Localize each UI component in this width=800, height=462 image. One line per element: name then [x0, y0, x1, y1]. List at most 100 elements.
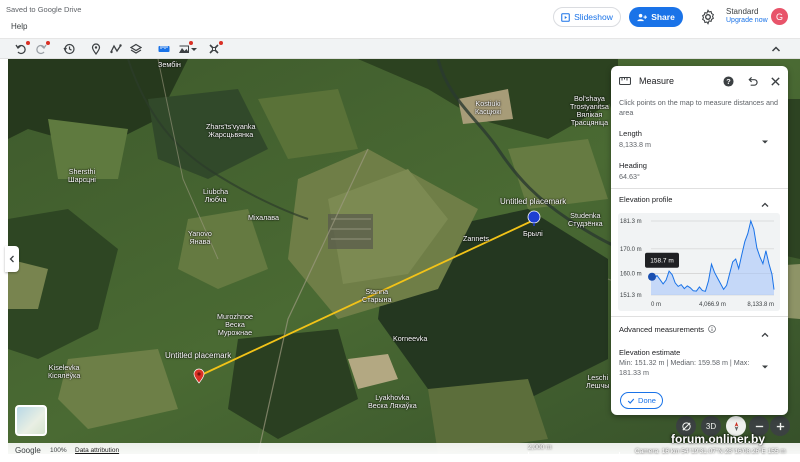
google-earth-app: Saved to Google Drive Help Slideshow Sha… — [0, 0, 800, 462]
google-logo-text: Google — [15, 446, 41, 455]
globe-minimap-thumbnail[interactable] — [15, 405, 47, 436]
avatar[interactable]: G — [771, 8, 788, 25]
scale-label: 2,000 m — [528, 444, 552, 451]
elevation-y-tick-label: 170.0 m — [620, 247, 642, 253]
history-icon[interactable] — [62, 42, 76, 56]
top-bar: Saved to Google Drive Help Slideshow Sha… — [0, 0, 800, 38]
elevation-y-tick-label: 151.3 m — [620, 293, 642, 299]
place-label-studenka: Studenka Студзёнка — [568, 211, 603, 228]
svg-text:?: ? — [726, 77, 731, 86]
chevron-left-icon — [9, 255, 14, 263]
place-label-zharstsvyanka: Zhars'ts'vyanka Жарсцьвянка — [206, 122, 256, 139]
ruler-icon — [619, 76, 631, 86]
redo-icon[interactable] — [34, 41, 50, 56]
place-label-kiselevka: Kiselevka Кісялёўка — [48, 363, 81, 380]
length-unit-dropdown-icon[interactable] — [761, 133, 771, 144]
photos-chevron-down-icon[interactable] — [190, 42, 198, 56]
elevation-estimate-value: Min: 151.32 m | Median: 159.58 m | Max: … — [619, 358, 750, 377]
elevation-estimate-label: Elevation estimate — [619, 348, 681, 357]
place-label-brylyi: Брылі — [523, 229, 543, 238]
place-label-leschi: Leschi Лешчы — [586, 373, 610, 390]
elevation-y-tick-label: 181.3 m — [620, 219, 642, 225]
data-attribution-link[interactable]: Data attribution — [75, 447, 119, 454]
share-button[interactable]: Share — [629, 7, 683, 27]
done-button[interactable]: Done — [620, 392, 663, 409]
length-label: Length — [619, 129, 642, 138]
undo-measure-icon[interactable] — [745, 74, 759, 88]
path-icon[interactable] — [109, 42, 123, 56]
place-label-kostiuki: Kostiuki Касцюкі — [475, 99, 502, 116]
red-placemark-pin-icon[interactable] — [193, 368, 205, 384]
collapse-chevron-up-icon[interactable] — [769, 42, 783, 56]
elevation-x-tick-label: 4,066.9 m — [699, 302, 726, 308]
place-label-liubcha: Liubcha Любча — [203, 187, 229, 204]
heading-label: Heading — [619, 161, 647, 170]
elevation-profile-title: Elevation profile — [619, 195, 673, 204]
share-label: Share — [651, 12, 675, 22]
photos-icon[interactable] — [177, 41, 193, 56]
zoom-in-icon[interactable] — [770, 416, 790, 436]
elevation-collapse-chevron-up-icon[interactable] — [761, 196, 771, 207]
elevation-profile-chart[interactable]: 181.3 m 170.0 m 160.0 m 151.3 m 0 m 4,066.9 m… — [618, 213, 780, 311]
place-label-sherstni: Shersthi Шарсцні — [68, 167, 96, 184]
measure-panel: Measure ? Click points on the map to mea… — [611, 66, 788, 415]
place-label-zembin: Зембін — [158, 60, 181, 69]
elevation-x-tick-label: 8,133.8 m — [747, 302, 774, 308]
settings-gear-icon[interactable] — [700, 9, 716, 25]
divider — [611, 188, 788, 189]
place-label-korneevka: Korneevka — [393, 334, 428, 343]
slideshow-label: Slideshow — [574, 12, 613, 22]
checkmark-icon — [627, 398, 635, 404]
measure-icon[interactable] — [157, 42, 171, 56]
help-icon[interactable]: ? — [721, 74, 735, 88]
slideshow-button[interactable]: Slideshow — [553, 7, 621, 27]
toolbar — [0, 38, 800, 59]
place-label-yanovo: Yanovo Янава — [188, 229, 212, 246]
sidebar-expand-handle[interactable] — [5, 246, 19, 272]
place-label-stanna: Stanna Старына — [362, 287, 392, 304]
redo-notification-dot — [46, 41, 50, 45]
place-label-bolshaya-trostyanitsa: Bol'shaya Trostyanitsa Вялікая Трасцяніц… — [570, 94, 609, 127]
account-tier-label: Standard — [726, 7, 759, 16]
blue-placemark-pin-icon[interactable] — [527, 210, 541, 226]
measure-title: Measure — [639, 76, 675, 86]
camera-coordinates: Camera: 16 km 54°19'31.07"N 28°16'08.26"… — [635, 448, 786, 455]
place-label-murozhnoe: Murozhnoe Веска Мурожнае — [217, 312, 253, 337]
elevation-chart-svg: 181.3 m 170.0 m 160.0 m 151.3 m 0 m 4,066.9 m… — [620, 219, 775, 308]
place-label-mikhalava: Міхалава — [248, 213, 280, 222]
measure-description: Click points on the map to measure dista… — [619, 98, 779, 117]
place-label-lyakhovka: Lyakhovka Веска Ляхаўка — [368, 393, 417, 410]
scale-bar — [528, 452, 620, 455]
advanced-measurements-label: Advanced measurements — [619, 325, 705, 334]
satellite-icon[interactable] — [207, 41, 223, 56]
heading-value: 64.63° — [619, 172, 640, 181]
elevation-x-tick-label: 0 m — [651, 302, 661, 308]
elevation-y-tick-label: 160.0 m — [620, 272, 642, 278]
advanced-measurements-title: Advanced measurements — [619, 325, 716, 334]
placemark-label-top[interactable]: Untitled placemark — [500, 198, 566, 206]
watermark: forum.onliner.by — [671, 432, 766, 446]
saved-status: Saved to Google Drive — [6, 5, 82, 14]
zoom-level: 100% — [50, 447, 67, 454]
help-menu[interactable]: Help — [11, 22, 27, 31]
advanced-collapse-chevron-up-icon[interactable] — [761, 326, 771, 337]
account-tier: Standard Upgrade now — [726, 7, 768, 25]
divider — [611, 316, 788, 317]
upgrade-link[interactable]: Upgrade now — [726, 16, 768, 25]
elevation-tooltip-label: 158.7 m — [650, 258, 674, 265]
layers-icon[interactable] — [129, 42, 143, 56]
placemark-label-bottom[interactable]: Untitled placemark — [165, 352, 231, 360]
place-label-zannets: Zannets — [463, 234, 489, 243]
person-add-icon — [637, 13, 648, 21]
undo-icon[interactable] — [14, 41, 30, 56]
slideshow-icon — [561, 12, 570, 22]
info-icon[interactable] — [708, 325, 716, 333]
elevation-unit-dropdown-icon[interactable] — [761, 358, 771, 369]
undo-notification-dot — [26, 41, 30, 45]
done-label: Done — [638, 396, 656, 405]
satellite-notification-dot — [219, 41, 223, 45]
placemark-icon[interactable] — [89, 42, 103, 56]
close-icon[interactable] — [768, 74, 782, 88]
length-value: 8,133.8 m — [619, 140, 651, 149]
elevation-hover-marker — [648, 272, 656, 281]
